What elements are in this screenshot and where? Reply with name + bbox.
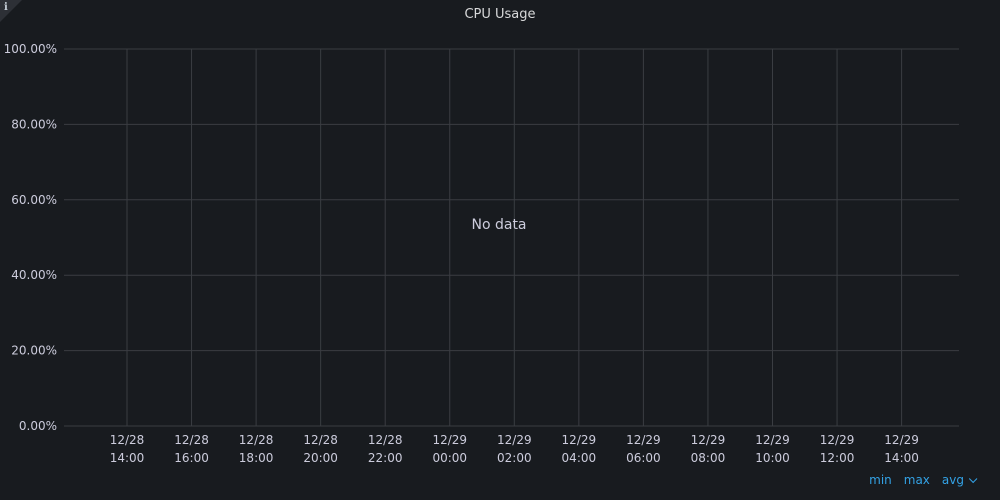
x-tick-label-time: 08:00 <box>691 451 726 465</box>
x-tick-label-time: 10:00 <box>755 451 790 465</box>
y-tick-label: 20.00% <box>11 344 57 358</box>
x-tick-label-time: 00:00 <box>432 451 467 465</box>
x-tick-label-time: 14:00 <box>110 451 145 465</box>
x-tick-label-time: 22:00 <box>368 451 403 465</box>
legend-max-button[interactable]: max <box>904 473 930 487</box>
y-tick-label: 40.00% <box>11 268 57 282</box>
legend-avg-label: avg <box>941 473 964 487</box>
x-tick-label-date: 12/29 <box>562 433 597 447</box>
graph-panel: i CPU Usage 100.00% 80.00% 60.00% 40.00% 20.… <box>0 0 1000 500</box>
y-tick-label: 80.00% <box>11 117 57 131</box>
x-tick-label-date: 12/28 <box>110 433 145 447</box>
y-tick-label: 100.00% <box>4 42 57 56</box>
legend-min-button[interactable]: min <box>869 473 892 487</box>
x-tick-label-time: 20:00 <box>303 451 338 465</box>
x-tick-label-time: 16:00 <box>174 451 209 465</box>
x-tick-label-time: 18:00 <box>239 451 274 465</box>
x-tick-label-time: 12:00 <box>820 451 855 465</box>
x-tick-label-time: 14:00 <box>884 451 919 465</box>
x-tick-label-time: 06:00 <box>626 451 661 465</box>
x-tick-label-date: 12/29 <box>820 433 855 447</box>
x-tick-label-date: 12/28 <box>239 433 274 447</box>
y-tick-label: 60.00% <box>11 193 57 207</box>
x-tick-label-date: 12/28 <box>174 433 209 447</box>
x-tick-label-time: 04:00 <box>562 451 597 465</box>
no-data-message: No data <box>471 217 526 233</box>
x-tick-label-date: 12/29 <box>432 433 467 447</box>
x-tick-label-date: 12/28 <box>368 433 403 447</box>
x-tick-label-date: 12/29 <box>755 433 790 447</box>
legend-controls: min max avg <box>869 473 978 487</box>
y-tick-label: 0.00% <box>19 419 57 433</box>
x-tick-label-date: 12/29 <box>884 433 919 447</box>
x-tick-label-date: 12/29 <box>691 433 726 447</box>
x-tick-label-date: 12/28 <box>303 433 338 447</box>
legend-avg-button[interactable]: avg <box>941 473 978 487</box>
chart-area: 100.00% 80.00% 60.00% 40.00% 20.00% 0.00% 12/2… <box>4 42 959 465</box>
x-tick-label-date: 12/29 <box>497 433 532 447</box>
x-tick-label-time: 02:00 <box>497 451 532 465</box>
x-tick-label-date: 12/29 <box>626 433 661 447</box>
